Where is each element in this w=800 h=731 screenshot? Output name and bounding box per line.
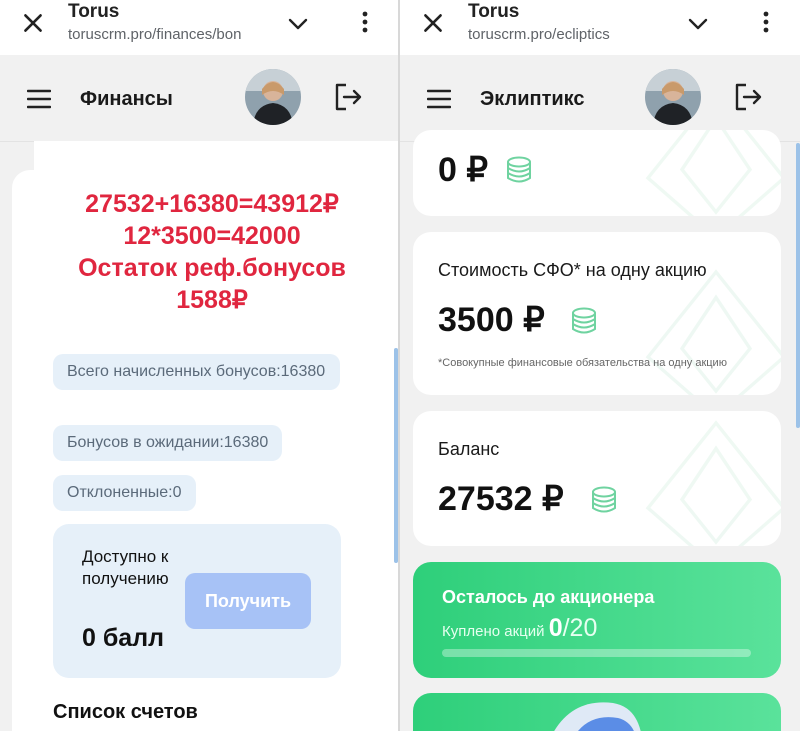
coins-icon	[592, 486, 616, 513]
avatar[interactable]	[645, 69, 701, 125]
close-icon[interactable]	[420, 10, 446, 36]
decor-pattern	[645, 420, 781, 546]
sfo-label: Стоимость СФО* на одну акцию	[438, 260, 707, 280]
browser-bar: Torus toruscrm.pro/ecliptics	[400, 0, 800, 55]
shareholder-progress-card: Осталось до акционера Куплено акций 0/20	[413, 562, 781, 678]
more-vert-icon[interactable]	[762, 10, 770, 34]
sfo-card: Стоимость СФО* на одну акцию 3500 ₽ *Сов…	[413, 232, 781, 395]
coins-icon	[507, 156, 531, 183]
balance-label: Баланс	[438, 439, 500, 459]
sfo-footnote: *Совокупные финансовые обязательства на …	[438, 357, 727, 369]
browser-url[interactable]: toruscrm.pro/ecliptics	[468, 26, 668, 43]
coins-icon	[572, 307, 596, 334]
hamburger-icon[interactable]	[27, 89, 51, 109]
overlay-note: 27532+16380=43912₽ 12*3500=42000 Остаток…	[34, 188, 390, 316]
close-icon[interactable]	[20, 10, 46, 36]
app-header: Эклиптикс	[400, 55, 800, 142]
promo-illustration	[554, 702, 641, 731]
more-vert-icon[interactable]	[361, 10, 369, 34]
accounts-list-title: Список счетов	[53, 701, 198, 723]
overlay-line: Остаток реф.бонусов	[78, 254, 346, 282]
total-bonuses-chip: Всего начисленных бонусов:16380	[53, 354, 340, 390]
decor-pattern	[645, 130, 781, 216]
top-amount-value: 0 ₽	[438, 151, 488, 189]
browser-title: Torus	[68, 1, 120, 22]
promo-card[interactable]	[413, 693, 781, 731]
top-amount-card: 0 ₽	[413, 130, 781, 216]
balance-card: Баланс 27532 ₽	[413, 411, 781, 546]
left-screen: Torus toruscrm.pro/finances/bon Финансы …	[0, 0, 398, 731]
available-label: Доступно к получению	[82, 547, 169, 588]
sfo-value: 3500 ₽	[438, 301, 545, 339]
shares-total: /20	[562, 614, 598, 642]
browser-title: Torus	[468, 1, 520, 22]
rejected-bonuses-chip: Отклоненные:0	[53, 475, 196, 511]
logout-icon[interactable]	[732, 81, 764, 113]
browser-bar: Torus toruscrm.pro/finances/bon	[0, 0, 398, 55]
browser-url[interactable]: toruscrm.pro/finances/bon	[68, 26, 264, 43]
chevron-down-icon[interactable]	[686, 12, 710, 36]
pending-bonuses-chip: Бонусов в ожидании:16380	[53, 425, 283, 461]
scrollbar[interactable]	[796, 143, 800, 428]
app-header: Финансы	[0, 55, 398, 142]
shares-bought-line: Куплено акций 0/20	[442, 614, 597, 643]
shares-progress-bar	[442, 649, 751, 657]
get-button[interactable]: Получить	[185, 573, 311, 629]
overlay-backdrop	[34, 141, 398, 181]
shares-bought-count: 0	[548, 614, 563, 642]
available-value: 0 балл	[82, 624, 164, 652]
logout-icon[interactable]	[332, 81, 364, 113]
overlay-line: 27532+16380=43912₽	[85, 190, 339, 218]
right-screen: Torus toruscrm.pro/ecliptics Эклиптикс 0…	[400, 0, 800, 731]
balance-value: 27532 ₽	[438, 480, 564, 518]
shares-bought-label: Куплено акций	[442, 623, 545, 640]
available-card: Доступно к получению 0 балл Получить	[53, 524, 341, 678]
shareholder-title: Осталось до акционера	[442, 587, 655, 607]
page-title: Эклиптикс	[480, 88, 585, 110]
avatar[interactable]	[245, 69, 301, 125]
overlay-line: 1588₽	[176, 286, 248, 314]
hamburger-icon[interactable]	[427, 89, 451, 109]
page-title: Финансы	[80, 88, 173, 110]
overlay-line: 12*3500=42000	[123, 222, 301, 250]
chevron-down-icon[interactable]	[286, 12, 310, 36]
